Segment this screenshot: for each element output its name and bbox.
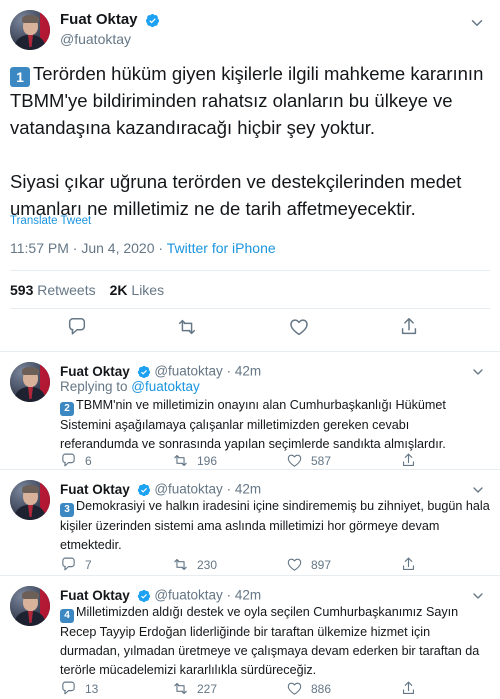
like-icon [287, 558, 302, 572]
retweet-button[interactable]: 230 [172, 554, 217, 574]
retweet-count: 196 [197, 453, 218, 468]
keycap-number-icon: 4 [60, 609, 74, 623]
reply-actions: 13 227 886 [60, 678, 490, 698]
retweet-icon [174, 559, 187, 571]
reply-icon [62, 453, 75, 467]
reply-tweet[interactable]: Fuat Oktay @fuatoktay · 42m 4 Milletimizd… [0, 576, 500, 699]
reply-time[interactable]: · 42m [227, 364, 262, 379]
like-icon [287, 682, 302, 696]
retweet-count: 230 [197, 557, 218, 572]
share-icon [402, 681, 415, 695]
author-handle[interactable]: @fuatoktay [154, 364, 223, 379]
author-handle[interactable]: @fuatoktay [154, 588, 223, 603]
chevron-down-icon[interactable] [468, 14, 486, 32]
retweet-button[interactable]: 227 [172, 678, 217, 698]
keycap-number-icon: 1 [10, 67, 30, 87]
tweet-meta: 11:57 PM · Jun 4, 2020 · Twitter for iPh… [10, 240, 276, 256]
divider [10, 308, 490, 309]
retweets-stat[interactable]: 593 Retweets [10, 282, 96, 298]
like-count: 587 [311, 453, 332, 468]
like-icon[interactable] [288, 316, 310, 338]
divider [10, 270, 490, 271]
tweet-text: 1 Terörden hüküm giyen kişilerle ilgili m… [10, 60, 495, 222]
avatar[interactable] [10, 362, 50, 402]
reply-text: 4 Milletimizden aldığı destek ve oyla seç… [60, 605, 480, 677]
reply-time[interactable]: · 42m [227, 482, 262, 497]
reply-actions: 7 230 897 [60, 554, 490, 574]
verified-badge-icon [137, 365, 150, 379]
reply-tweet[interactable]: Fuat Oktay @fuatoktay · 42m 3 Demokrasiyi… [0, 470, 500, 576]
chevron-down-icon[interactable] [470, 364, 486, 380]
chevron-down-icon[interactable] [470, 482, 486, 498]
author-handle[interactable]: @fuatoktay [154, 482, 223, 497]
keycap-number-icon: 2 [60, 402, 74, 416]
reply-icon [62, 557, 75, 571]
reply-count: 6 [85, 453, 92, 468]
share-icon [402, 557, 415, 571]
avatar[interactable] [10, 10, 50, 50]
reply-button[interactable]: 7 [60, 554, 92, 574]
avatar[interactable] [10, 586, 50, 626]
keycap-number-icon: 3 [60, 503, 74, 517]
author-name[interactable]: Fuat Oktay [60, 10, 138, 30]
reply-count: 13 [85, 681, 99, 696]
retweet-icon[interactable] [176, 316, 198, 338]
reply-button[interactable]: 6 [60, 450, 92, 470]
tweet-paragraph: Terörden hüküm giyen kişilerle ilgili ma… [10, 63, 484, 138]
verified-badge-icon [145, 13, 160, 27]
tweet-actions [0, 316, 500, 340]
retweet-icon [174, 683, 187, 695]
reply-tweet[interactable]: Fuat Oktay @fuatoktay · 42m Replying to … [0, 352, 500, 470]
share-button[interactable] [400, 450, 425, 470]
author-handle[interactable]: @fuatoktay [60, 30, 160, 48]
reply-count: 7 [85, 557, 92, 572]
main-tweet: Fuat Oktay @fuatoktay 1 Terörden hüküm gi… [0, 0, 500, 352]
reply-icon [62, 681, 75, 695]
replying-to: Replying to @fuatoktay [60, 379, 200, 394]
verified-badge-icon [137, 483, 150, 497]
reply-time[interactable]: · 42m [227, 588, 262, 603]
like-icon [287, 454, 302, 468]
tweet-paragraph: Siyasi çıkar uğruna terörden ve destekçi… [10, 171, 462, 219]
chevron-down-icon[interactable] [470, 588, 486, 604]
likes-stat[interactable]: 2K Likes [110, 282, 164, 298]
author-block[interactable]: Fuat Oktay @fuatoktay [60, 10, 160, 48]
reply-text: 3 Demokrasiyi ve halkın iradesini içine s… [60, 499, 490, 552]
share-icon [402, 453, 415, 467]
reply-icon[interactable] [66, 316, 88, 338]
retweet-icon [174, 455, 187, 467]
share-icon[interactable] [398, 316, 420, 338]
verified-badge-icon [137, 589, 150, 603]
replying-to-link[interactable]: @fuatoktay [131, 379, 200, 394]
reply-actions: 6 196 587 [60, 450, 490, 470]
like-count: 897 [311, 557, 332, 572]
reply-button[interactable]: 13 [60, 678, 98, 698]
source-link[interactable]: Twitter for iPhone [167, 240, 276, 256]
like-button[interactable]: 587 [286, 450, 331, 470]
retweet-count: 227 [197, 681, 218, 696]
like-button[interactable]: 897 [286, 554, 331, 574]
share-button[interactable] [400, 554, 425, 574]
translate-tweet-link[interactable]: Translate Tweet [10, 215, 91, 227]
retweet-button[interactable]: 196 [172, 450, 217, 470]
like-button[interactable]: 886 [286, 678, 331, 698]
reply-text: 2 TBMM'nin ve milletimizin onayını alan C… [60, 398, 446, 451]
tweet-stats: 593 Retweets 2K Likes [10, 282, 164, 298]
share-button[interactable] [400, 678, 425, 698]
timestamp[interactable]: 11:57 PM · Jun 4, 2020 [10, 240, 155, 256]
like-count: 886 [311, 681, 332, 696]
avatar[interactable] [10, 480, 50, 520]
